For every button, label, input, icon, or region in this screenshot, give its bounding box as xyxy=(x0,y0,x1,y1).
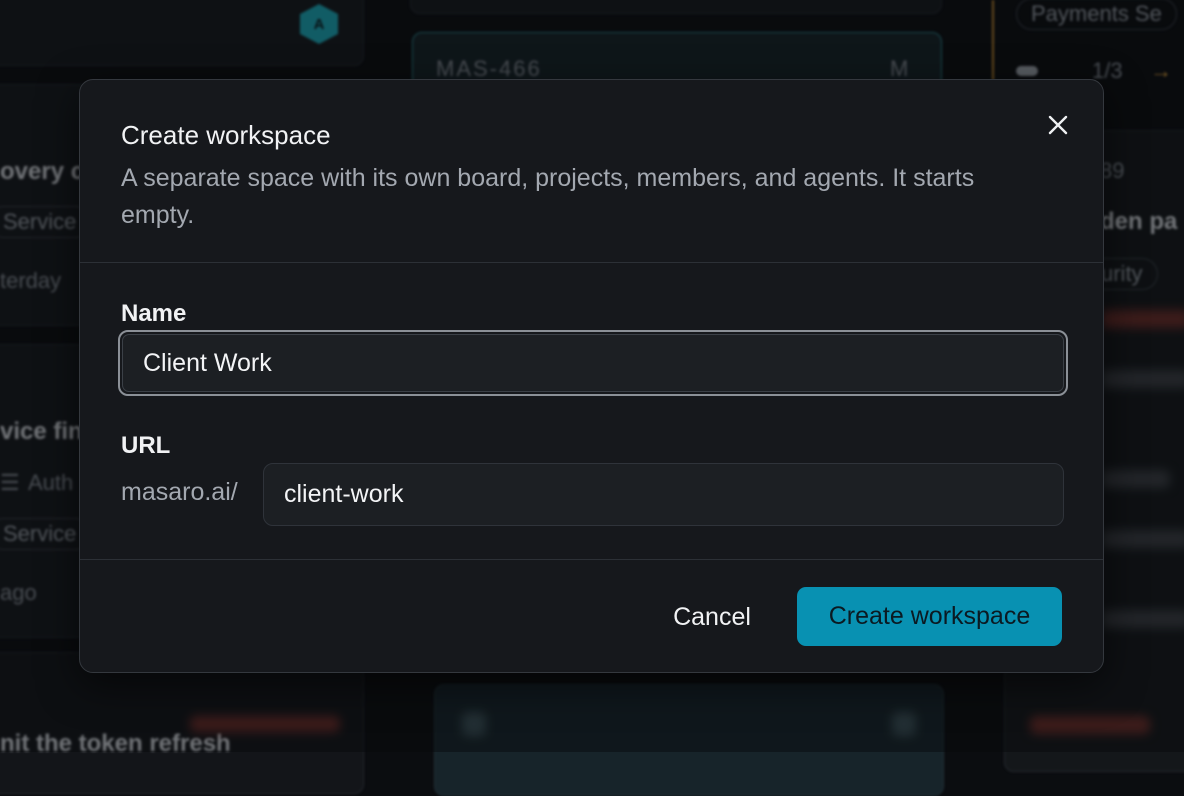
dialog-description: A separate space with its own board, pro… xyxy=(121,164,975,229)
name-label: Name xyxy=(121,300,187,327)
url-label: URL xyxy=(121,432,171,459)
dialog-footer xyxy=(80,559,1103,560)
url-slug-input[interactable] xyxy=(263,463,1064,526)
name-input[interactable] xyxy=(122,334,1064,392)
create-workspace-dialog: Create workspace A separate space with i… xyxy=(79,79,1104,673)
url-prefix: masaro.ai/ xyxy=(121,478,238,506)
name-field-focus-ring xyxy=(118,330,1068,396)
create-workspace-button[interactable]: Create workspace xyxy=(797,587,1062,646)
dialog-header: Create workspace A separate space with i… xyxy=(80,80,1103,263)
cancel-button[interactable]: Cancel xyxy=(650,587,774,647)
dialog-title: Create workspace xyxy=(121,120,331,150)
close-icon[interactable] xyxy=(1043,110,1073,140)
